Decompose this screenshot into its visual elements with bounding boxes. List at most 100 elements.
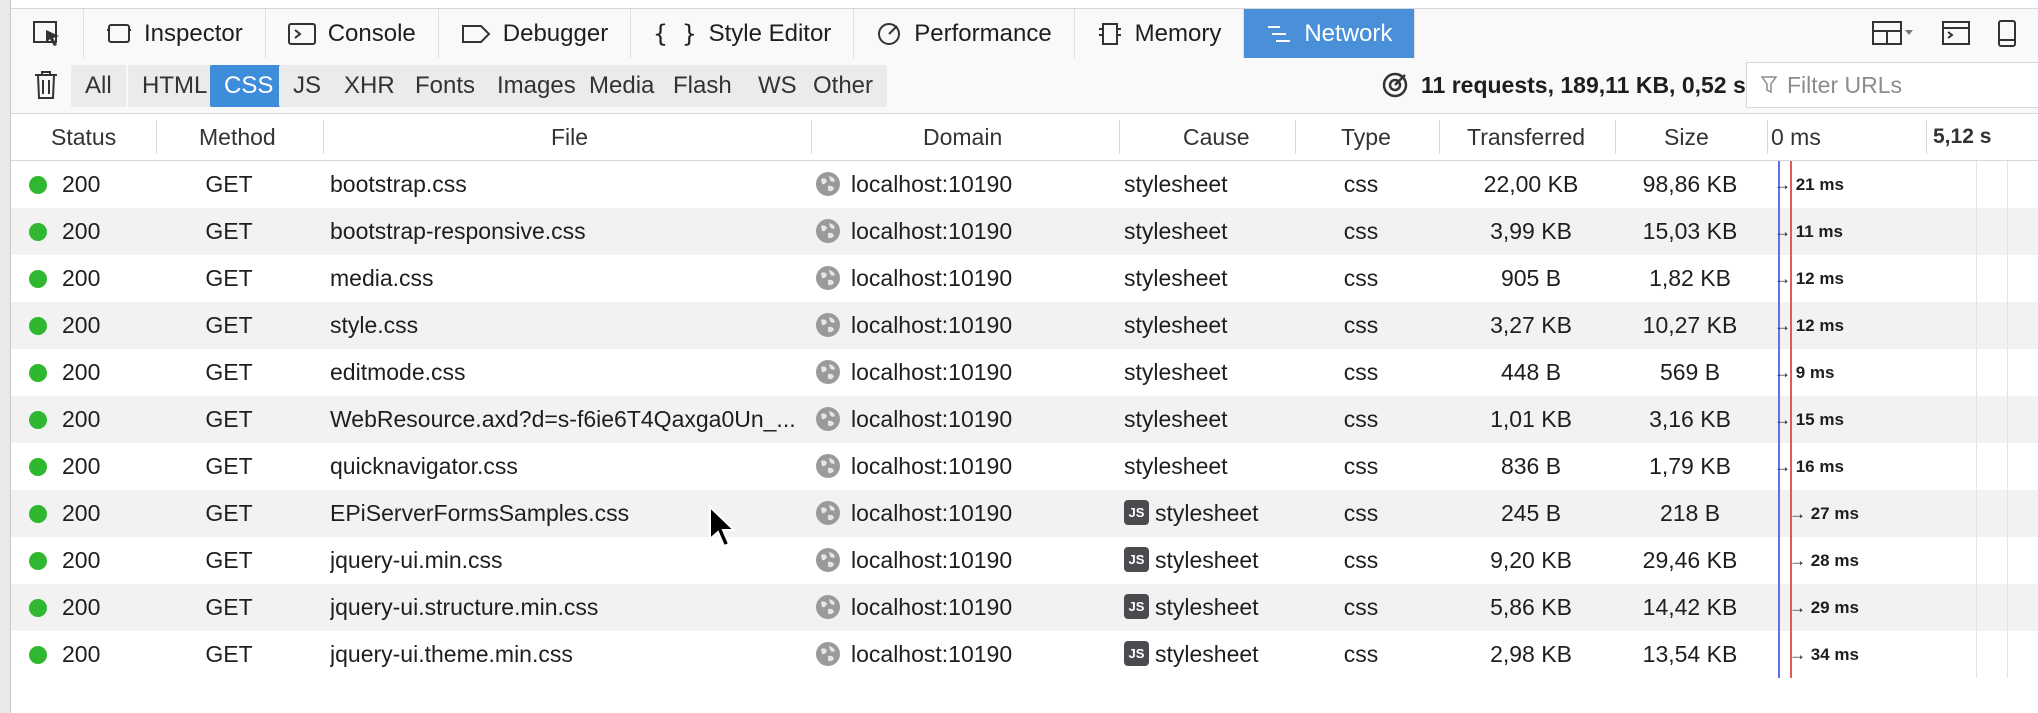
method: GET xyxy=(205,312,253,338)
status-ok-dot xyxy=(29,223,47,241)
filter-css[interactable]: CSS xyxy=(210,65,288,107)
waterfall-gridline xyxy=(2007,349,2008,396)
filter-media[interactable]: Media xyxy=(575,65,669,107)
cause-text: stylesheet xyxy=(1155,500,1259,526)
header-transferred[interactable]: Transferred xyxy=(1467,114,1585,160)
request-row[interactable]: 200 GET bootstrap.css localhost:10190 styles… xyxy=(11,161,2038,208)
method: GET xyxy=(205,453,253,479)
header-size[interactable]: Size xyxy=(1664,114,1709,160)
type: css xyxy=(1343,406,1379,432)
transferred: 22,00 KB xyxy=(1483,171,1579,197)
funnel-icon xyxy=(1761,76,1777,94)
filter-images[interactable]: Images xyxy=(483,65,590,107)
file-name: bootstrap.css xyxy=(330,171,467,197)
waterfall-timing: → 34 ms xyxy=(1789,645,1859,664)
header-waterfall-end: 5,12 s xyxy=(1933,125,1992,148)
globe-icon xyxy=(816,594,840,619)
tab-performance[interactable]: Performance xyxy=(854,9,1075,58)
waterfall-timing: → 16 ms xyxy=(1774,457,1844,476)
element-picker-button[interactable] xyxy=(11,9,84,58)
clear-trash-icon[interactable] xyxy=(33,70,59,100)
transferred: 448 B xyxy=(1500,359,1562,385)
tab-network[interactable]: Network xyxy=(1244,9,1416,58)
toolbar-right xyxy=(1872,9,2038,58)
header-type[interactable]: Type xyxy=(1341,114,1391,160)
domain-text: localhost:10190 xyxy=(851,218,1013,244)
filter-js[interactable]: JS xyxy=(279,65,336,107)
header-method[interactable]: Method xyxy=(199,114,276,160)
cause-text: stylesheet xyxy=(1124,218,1228,244)
responsive-mode-icon[interactable] xyxy=(1996,19,2018,48)
request-row[interactable]: 200 GET style.css localhost:10190 stylesheet… xyxy=(11,302,2038,349)
filter-flash[interactable]: Flash xyxy=(659,65,746,107)
cause: JS stylesheet xyxy=(1124,490,1259,537)
type: css xyxy=(1343,359,1379,385)
cause: JS stylesheet xyxy=(1124,537,1259,584)
waterfall-timing: → 12 ms xyxy=(1774,316,1844,335)
request-row[interactable]: 200 GET WebResource.axd?d=s-f6ie6T4Qaxga0U… xyxy=(11,396,2038,443)
transferred: 2,98 KB xyxy=(1490,641,1572,667)
dock-layout-icon[interactable] xyxy=(1872,20,1916,47)
status-code: 200 xyxy=(62,359,101,385)
request-row[interactable]: 200 GET jquery-ui.min.css localhost:10190 JS… xyxy=(11,537,2038,584)
globe-icon xyxy=(816,500,840,525)
domain: localhost:10190 xyxy=(815,161,1012,208)
transferred: 9,20 KB xyxy=(1490,547,1572,573)
performance-analysis-icon[interactable] xyxy=(1381,71,1409,99)
header-cause[interactable]: Cause xyxy=(1183,114,1249,160)
tab-debugger[interactable]: Debugger xyxy=(439,9,632,58)
filter-html[interactable]: HTML xyxy=(128,65,222,107)
filter-fonts[interactable]: Fonts xyxy=(401,65,490,107)
summary-text: 11 requests, 189,11 KB, 0,52 s xyxy=(1421,71,1746,98)
tab-console[interactable]: Console xyxy=(266,9,439,58)
split-console-icon[interactable] xyxy=(1942,20,1970,47)
column-headers: Status Method File Domain Cause Type Tra… xyxy=(11,114,2038,161)
request-row[interactable]: 200 GET bootstrap-responsive.css localhost:… xyxy=(11,208,2038,255)
request-row[interactable]: 200 GET EPiServerFormsSamples.css localhost… xyxy=(11,490,2038,537)
size: 13,54 KB xyxy=(1642,641,1738,667)
request-row[interactable]: 200 GET media.css localhost:10190 stylesheet… xyxy=(11,255,2038,302)
size: 15,03 KB xyxy=(1642,218,1738,244)
file-name: media.css xyxy=(330,265,434,291)
request-row[interactable]: 200 GET jquery-ui.structure.min.css localho… xyxy=(11,584,2038,631)
tab-style-editor[interactable]: { } Style Editor xyxy=(631,9,855,58)
status-code: 200 xyxy=(62,265,101,291)
status-ok-dot xyxy=(29,458,47,476)
status-code: 200 xyxy=(62,453,101,479)
header-file[interactable]: File xyxy=(551,114,588,160)
request-row[interactable]: 200 GET editmode.css localhost:10190 stylesh… xyxy=(11,349,2038,396)
domain-text: localhost:10190 xyxy=(851,547,1013,573)
request-row[interactable]: 200 GET quicknavigator.css localhost:10190 s… xyxy=(11,443,2038,490)
domcontentloaded-marker xyxy=(1778,584,1780,631)
filter-other[interactable]: Other xyxy=(799,65,888,107)
header-status[interactable]: Status xyxy=(51,114,116,160)
cause-text: stylesheet xyxy=(1124,171,1228,197)
cause: stylesheet xyxy=(1124,349,1228,396)
filter-all[interactable]: All xyxy=(71,65,126,107)
waterfall-gridline xyxy=(2007,396,2008,443)
domain: localhost:10190 xyxy=(815,349,1012,396)
status-ok-dot xyxy=(29,599,47,617)
network-icon xyxy=(1266,23,1292,45)
inspector-icon xyxy=(106,22,132,46)
request-row[interactable]: 200 GET jquery-ui.theme.min.css localhost:1… xyxy=(11,631,2038,678)
filter-xhr[interactable]: XHR xyxy=(330,65,409,107)
status-code: 200 xyxy=(62,171,101,197)
filter-urls-input[interactable]: Filter URLs xyxy=(1746,62,2038,108)
waterfall-gridline xyxy=(2007,302,2008,349)
globe-icon xyxy=(816,547,840,572)
waterfall-timing: → 28 ms xyxy=(1789,551,1859,570)
tab-memory[interactable]: Memory xyxy=(1075,9,1245,58)
file-name: style.css xyxy=(330,312,419,338)
method: GET xyxy=(205,406,253,432)
header-domain[interactable]: Domain xyxy=(923,114,1002,160)
type: css xyxy=(1343,547,1379,573)
header-waterfall-start[interactable]: 0 ms xyxy=(1771,114,1821,160)
element-picker-icon xyxy=(33,20,59,46)
tab-label: Memory xyxy=(1134,19,1222,47)
globe-icon xyxy=(816,359,840,384)
file-name: bootstrap-responsive.css xyxy=(330,218,586,244)
tab-inspector[interactable]: Inspector xyxy=(84,9,266,58)
method: GET xyxy=(205,218,253,244)
transferred: 3,99 KB xyxy=(1490,218,1572,244)
